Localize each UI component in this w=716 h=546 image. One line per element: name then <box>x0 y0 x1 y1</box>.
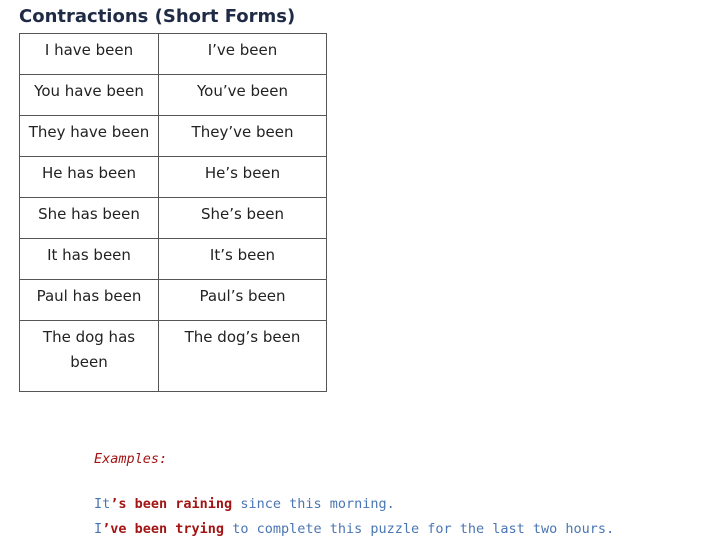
short-form-cell: Paul’s been <box>158 279 327 321</box>
short-form-cell: The dog’s been <box>158 320 327 392</box>
examples-label: Examples: <box>94 451 168 467</box>
short-form-cell: I’ve been <box>158 33 327 75</box>
example-subject: It <box>94 496 111 512</box>
example-sentence: It’s been raining since this morning. <box>94 496 395 512</box>
example-highlight: ’s been raining <box>110 496 233 512</box>
short-form-cell: You’ve been <box>158 74 327 116</box>
example-rest: since this morning. <box>232 496 395 512</box>
full-form-cell: She has been <box>19 197 159 239</box>
full-form-cell: It has been <box>19 238 159 280</box>
example-sentence: I’ve been trying to complete this puzzle… <box>94 521 614 537</box>
table-row: The dog has been The dog’s been <box>19 320 327 392</box>
full-form-cell: Paul has been <box>19 279 159 321</box>
table-row: They have been They’ve been <box>19 115 327 157</box>
full-form-cell: He has been <box>19 156 159 198</box>
example-subject: I <box>94 521 103 537</box>
contractions-table: I have been I’ve been You have been You’… <box>19 33 327 392</box>
short-form-cell: It’s been <box>158 238 327 280</box>
short-form-cell: They’ve been <box>158 115 327 157</box>
table-row: He has been He’s been <box>19 156 327 198</box>
table-row: She has been She’s been <box>19 197 327 239</box>
page-title: Contractions (Short Forms) <box>19 6 296 27</box>
table-row: Paul has been Paul’s been <box>19 279 327 321</box>
full-form-cell: I have been <box>19 33 159 75</box>
short-form-cell: She’s been <box>158 197 327 239</box>
full-form-cell: You have been <box>19 74 159 116</box>
example-rest: to complete this puzzle for the last two… <box>224 521 615 537</box>
full-form-cell: They have been <box>19 115 159 157</box>
table-row: I have been I’ve been <box>19 33 327 75</box>
table-row: You have been You’ve been <box>19 74 327 116</box>
table-row: It has been It’s been <box>19 238 327 280</box>
full-form-cell: The dog has been <box>19 320 159 392</box>
short-form-cell: He’s been <box>158 156 327 198</box>
example-highlight: ’ve been trying <box>102 521 225 537</box>
